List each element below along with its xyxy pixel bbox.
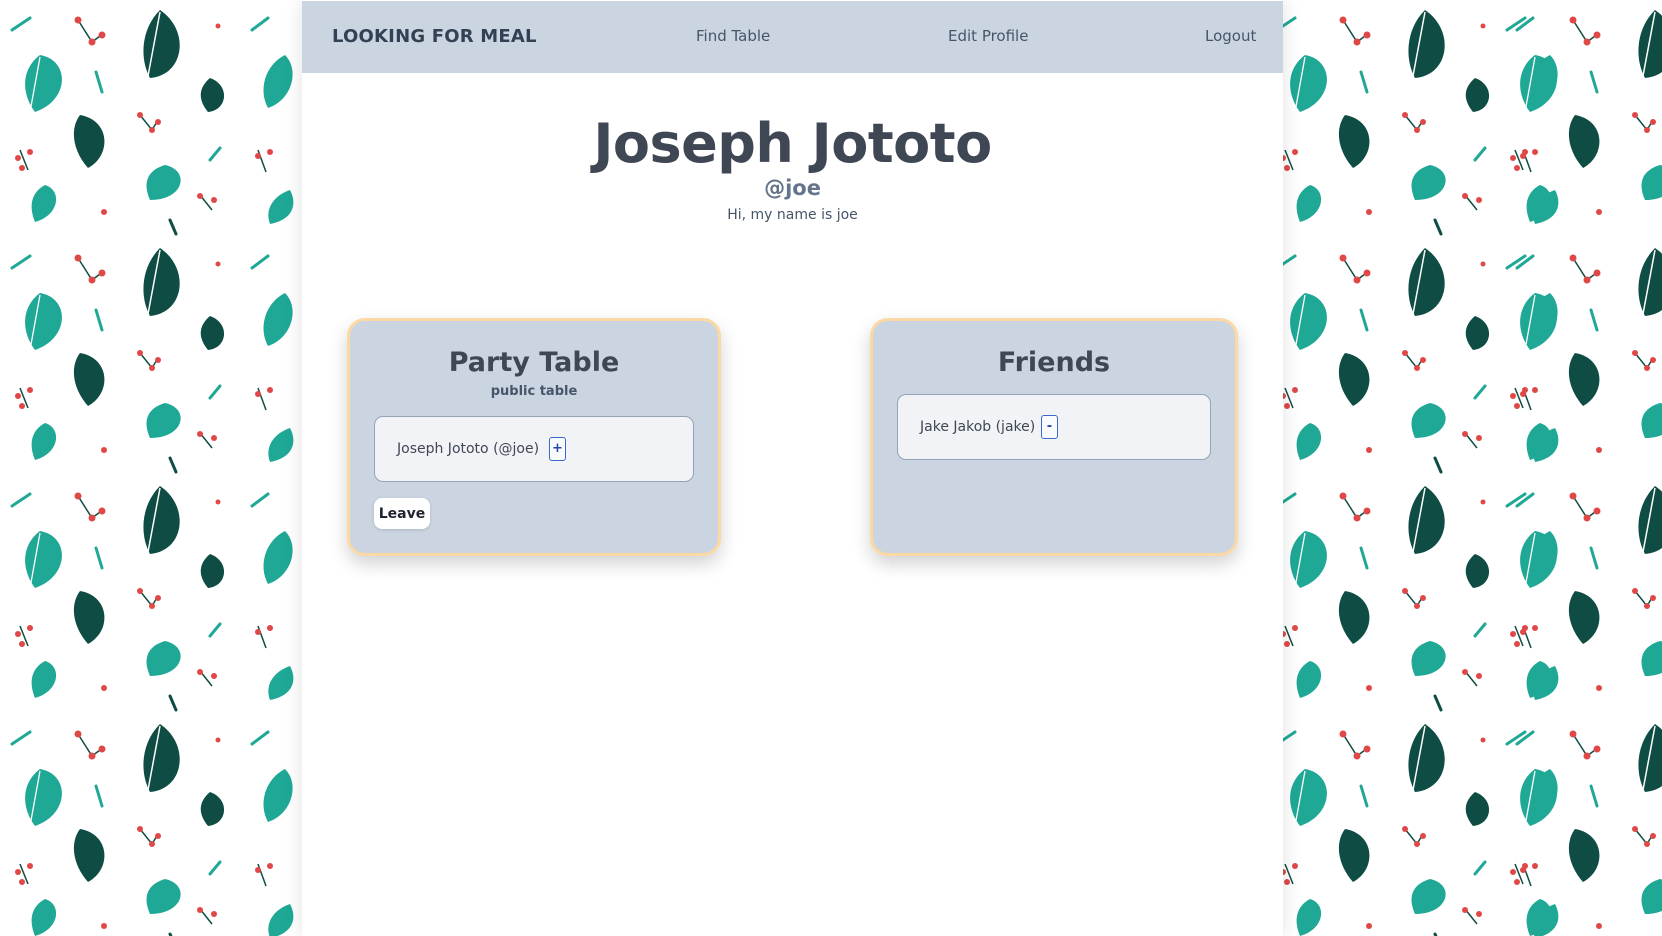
nav-logout-link[interactable]: Logout xyxy=(1205,27,1256,45)
friends-card: Friends Jake Jakob (jake) - xyxy=(870,318,1238,556)
table-card: Party Table public table Joseph Jototo (… xyxy=(347,318,721,556)
background-pattern-left xyxy=(0,0,302,936)
table-title: Party Table xyxy=(448,347,620,378)
brand-logo[interactable]: LOOKING FOR MEAL xyxy=(332,26,537,47)
leaf-pattern-right xyxy=(1283,8,1662,936)
friends-title: Friends xyxy=(997,347,1111,378)
table-subtitle: public table xyxy=(490,384,578,399)
nav-edit-profile-link[interactable]: Edit Profile xyxy=(948,27,1028,45)
top-navbar: LOOKING FOR MEAL Find Table Edit Profile… xyxy=(302,1,1283,73)
add-friend-button[interactable]: + xyxy=(549,437,566,461)
member-name: Joseph Jototo (@joe) xyxy=(397,441,540,457)
table-member-item: Joseph Jototo (@joe) + xyxy=(374,416,694,482)
background-pattern-right xyxy=(1283,0,1662,936)
friend-name: Jake Jakob (jake) xyxy=(920,419,1036,435)
nav-find-table-link[interactable]: Find Table xyxy=(696,27,770,45)
profile-bio: Hi, my name is joe xyxy=(727,207,858,223)
friend-item: Jake Jakob (jake) - xyxy=(897,394,1211,460)
profile-name: Joseph Jototo xyxy=(593,112,992,175)
main-content: LOOKING FOR MEAL Find Table Edit Profile… xyxy=(302,0,1283,936)
leave-table-button[interactable]: Leave xyxy=(374,498,430,529)
remove-friend-button[interactable]: - xyxy=(1041,415,1058,439)
leaf-pattern-left xyxy=(10,8,295,936)
profile-handle: @joe xyxy=(764,176,821,200)
